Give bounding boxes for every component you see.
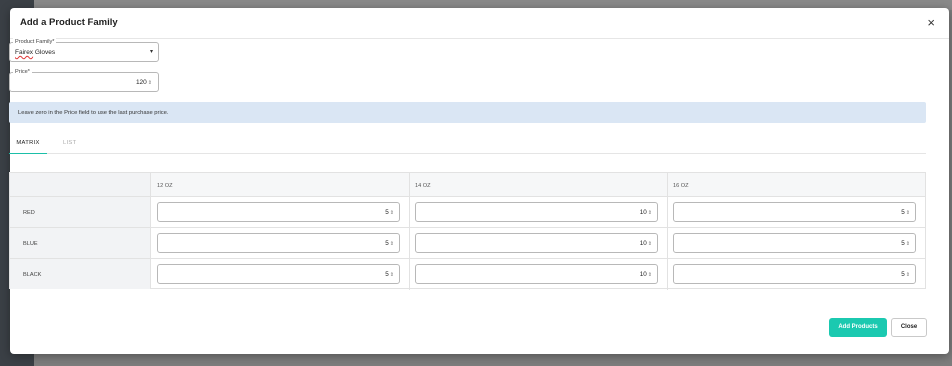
quantity-input[interactable]: 10⇕ bbox=[415, 233, 658, 253]
quantity-input[interactable]: 5⇕ bbox=[673, 233, 916, 253]
spinner-icon: ⇕ bbox=[905, 210, 910, 216]
table-row: BLACK 5⇕ 10⇕ 5⇕ bbox=[10, 259, 925, 290]
row-header: BLACK bbox=[10, 259, 151, 289]
row-label: RED bbox=[23, 210, 35, 216]
price-value: 120 bbox=[135, 79, 147, 86]
quantity-input[interactable]: 10⇕ bbox=[415, 264, 658, 284]
quantity-input[interactable]: 10⇕ bbox=[415, 202, 658, 222]
view-tabs: MATRIX LIST bbox=[9, 134, 926, 154]
quantity-input[interactable]: 5⇕ bbox=[673, 202, 916, 222]
product-family-label: Product Family* bbox=[13, 38, 57, 46]
quantity-input[interactable]: 5⇕ bbox=[157, 202, 400, 222]
row-label: BLUE bbox=[23, 241, 38, 247]
product-family-select[interactable]: Product Family* Fairex Gloves ▾ bbox=[9, 38, 159, 62]
spinner-icon: ⇕ bbox=[905, 241, 910, 247]
variant-matrix: 12 OZ 14 OZ 16 OZ RED 5⇕ 10⇕ 5⇕ BLUE 5⇕ … bbox=[9, 172, 926, 290]
row-label: BLACK bbox=[23, 272, 42, 278]
modal-header: Add a Product Family × bbox=[10, 8, 949, 39]
quantity-input[interactable]: 5⇕ bbox=[673, 264, 916, 284]
quantity-input[interactable]: 5⇕ bbox=[157, 264, 400, 284]
quantity-input[interactable]: 5⇕ bbox=[157, 233, 400, 253]
add-products-button[interactable]: Add Products bbox=[829, 318, 887, 337]
spinner-icon: ⇕ bbox=[389, 272, 394, 278]
spinner-icon: ⇕ bbox=[647, 210, 652, 216]
column-header: 16 OZ bbox=[673, 183, 689, 189]
price-field[interactable]: Price* 120⇕ bbox=[9, 68, 159, 92]
table-row: RED 5⇕ 10⇕ 5⇕ bbox=[10, 197, 925, 228]
table-row: BLUE 5⇕ 10⇕ 5⇕ bbox=[10, 228, 925, 259]
close-icon[interactable]: × bbox=[927, 16, 935, 30]
spinner-icon: ⇕ bbox=[647, 241, 652, 247]
matrix-header: 12 OZ 14 OZ 16 OZ bbox=[10, 173, 925, 197]
column-header: 14 OZ bbox=[415, 183, 431, 189]
info-banner: Leave zero in the Price field to use the… bbox=[9, 102, 926, 123]
product-family-value: Fairex Gloves bbox=[15, 49, 56, 56]
spinner-icon: ⇕ bbox=[647, 272, 652, 278]
chevron-down-icon: ▾ bbox=[149, 49, 153, 55]
modal-title: Add a Product Family bbox=[20, 17, 118, 28]
close-button[interactable]: Close bbox=[891, 318, 927, 337]
spinner-icon: ⇕ bbox=[389, 210, 394, 216]
spinner-icon: ⇕ bbox=[905, 272, 910, 278]
tab-list[interactable]: LIST bbox=[63, 140, 76, 146]
matrix-corner bbox=[10, 173, 151, 196]
tab-matrix[interactable]: MATRIX bbox=[9, 140, 47, 154]
price-label: Price* bbox=[13, 68, 32, 76]
row-header: BLUE bbox=[10, 228, 151, 258]
row-header: RED bbox=[10, 197, 151, 227]
spinner-icon: ⇕ bbox=[147, 80, 152, 86]
spinner-icon: ⇕ bbox=[389, 241, 394, 247]
column-header: 12 OZ bbox=[157, 183, 173, 189]
